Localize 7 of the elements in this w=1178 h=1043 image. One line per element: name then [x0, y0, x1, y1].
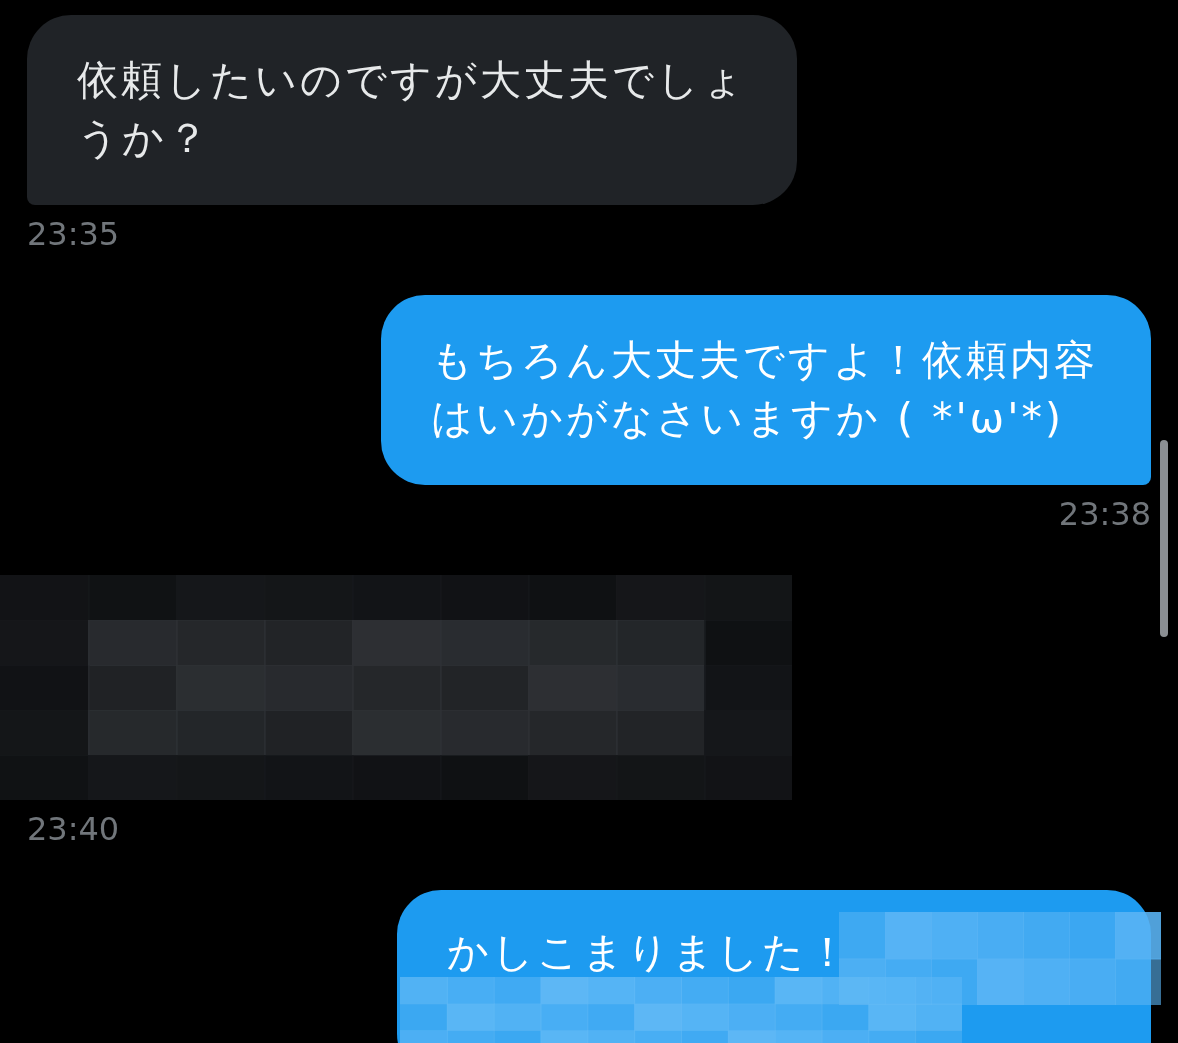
timestamp: 23:40	[27, 810, 120, 848]
timestamp: 23:38	[1058, 495, 1151, 533]
message-text: かしこまりました！	[447, 927, 851, 978]
timestamp: 23:35	[27, 215, 120, 253]
message-text: もちろん大丈夫ですよ！依頼内容はいかがなさいますか ( *'ω'*)	[431, 335, 1099, 444]
message-text: 依頼したいのですが大丈夫でしょうか？	[77, 55, 747, 164]
scrollbar[interactable]	[1160, 440, 1168, 637]
